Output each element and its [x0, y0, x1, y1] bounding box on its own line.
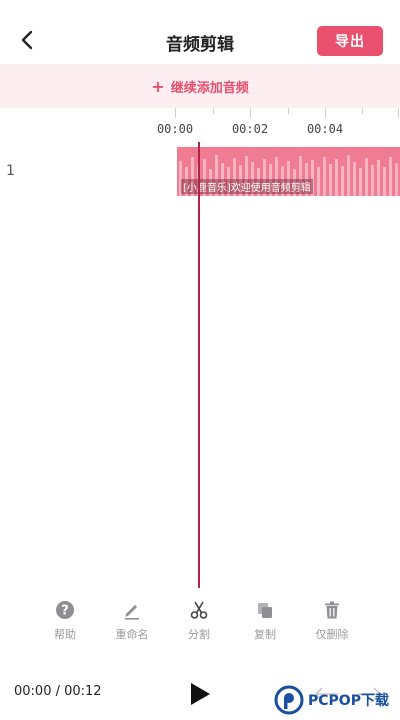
help-button[interactable]: ? 帮助 — [35, 600, 95, 650]
split-button[interactable]: 分割 — [169, 600, 229, 650]
ruler-tick — [325, 108, 326, 118]
rename-button[interactable]: 重命名 — [102, 600, 162, 650]
play-icon — [191, 683, 210, 705]
ruler-tick-minor — [213, 108, 214, 114]
ruler-tick-minor — [288, 108, 289, 114]
add-audio-label: 继续添加音频 — [170, 80, 249, 96]
time-ruler[interactable]: 00:00 00:02 00:04 — [0, 108, 400, 140]
ruler-tick-minor — [362, 108, 363, 114]
delete-button[interactable]: 仅删除 — [302, 600, 362, 650]
ruler-label: 00:02 — [231, 122, 269, 136]
tool-label: 复制 — [254, 628, 276, 641]
tool-label: 重命名 — [115, 628, 149, 641]
header: 音频剪辑 导出 — [0, 0, 400, 64]
pencil-icon — [125, 605, 139, 620]
play-button[interactable] — [186, 680, 214, 708]
ruler-tick — [250, 108, 251, 118]
time-readout: 00:00 / 00:12 — [14, 684, 102, 699]
tool-label: 帮助 — [54, 628, 76, 641]
ruler-label: 00:00 — [156, 122, 194, 136]
copy-icon — [258, 603, 272, 618]
trash-icon — [325, 601, 339, 619]
playhead[interactable] — [198, 142, 200, 588]
tool-label: 仅删除 — [315, 628, 349, 641]
export-button[interactable]: 导出 — [317, 26, 383, 56]
ruler-label: 00:04 — [306, 122, 344, 136]
svg-text:?: ? — [61, 604, 69, 619]
watermark: PCPOP下载 — [274, 682, 398, 718]
watermark-text: PCPOP下载 — [308, 693, 389, 709]
ruler-tick — [175, 108, 176, 118]
help-icon: ? — [56, 601, 74, 619]
edit-toolbar: ? 帮助 重命名 分割 复制 仅删除 — [0, 600, 400, 650]
add-audio-button[interactable]: + 继续添加音频 — [0, 64, 400, 108]
track-number: 1 — [6, 163, 15, 179]
copy-button[interactable]: 复制 — [235, 600, 295, 650]
tool-label: 分割 — [188, 628, 210, 641]
scissors-icon — [190, 601, 208, 619]
ruler-tick — [398, 108, 399, 118]
clip-label: [小鹿音乐]欢迎使用音频剪辑 — [181, 179, 313, 194]
audio-clip[interactable]: [小鹿音乐]欢迎使用音频剪辑 — [177, 147, 400, 196]
plus-icon: + — [151, 76, 165, 96]
pcpop-logo-icon — [274, 685, 304, 715]
